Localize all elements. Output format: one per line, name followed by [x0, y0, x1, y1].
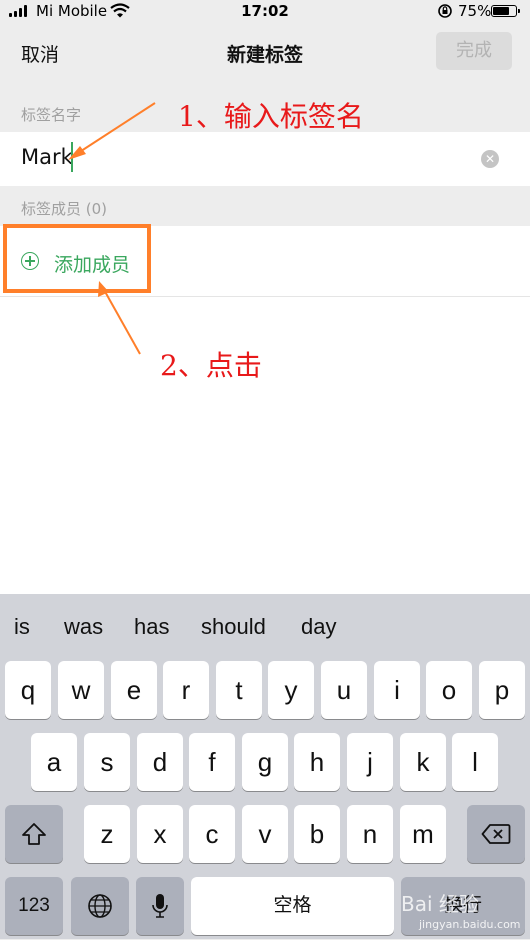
key-g[interactable]: g — [242, 733, 288, 791]
key-x[interactable]: x — [137, 805, 183, 863]
tag-name-input[interactable]: Mark — [21, 145, 73, 169]
tag-name-header: 标签名字 — [21, 106, 82, 124]
suggestion-item[interactable]: day — [301, 614, 336, 640]
battery-percentage: 75% — [458, 2, 492, 20]
key-e[interactable]: e — [111, 661, 157, 719]
battery-icon — [491, 5, 520, 17]
clear-icon[interactable]: ✕ — [481, 150, 499, 168]
shift-icon — [22, 823, 46, 845]
tag-name-field[interactable]: Mark ✕ — [0, 132, 530, 186]
key-w[interactable]: w — [58, 661, 104, 719]
key-f[interactable]: f — [189, 733, 235, 791]
watermark: Bai 经验 — [401, 892, 479, 916]
key-d[interactable]: d — [137, 733, 183, 791]
numbers-key[interactable]: 123 — [5, 877, 63, 935]
key-b[interactable]: b — [294, 805, 340, 863]
shift-key[interactable] — [5, 805, 63, 863]
key-h[interactable]: h — [294, 733, 340, 791]
key-z[interactable]: z — [84, 805, 130, 863]
text-cursor — [71, 142, 73, 172]
key-l[interactable]: l — [452, 733, 498, 791]
status-bar: Mi Mobile 17:02 75% — [0, 0, 530, 24]
backspace-key[interactable] — [467, 805, 525, 863]
microphone-icon — [152, 894, 168, 918]
watermark-url: jingyan.baidu.com — [419, 918, 521, 931]
suggestion-item[interactable]: is — [14, 614, 30, 640]
key-c[interactable]: c — [189, 805, 235, 863]
globe-key[interactable] — [71, 877, 129, 935]
suggestion-item[interactable]: was — [64, 614, 103, 640]
key-m[interactable]: m — [400, 805, 446, 863]
key-s[interactable]: s — [84, 733, 130, 791]
globe-icon — [88, 894, 112, 918]
key-j[interactable]: j — [347, 733, 393, 791]
annotation-step1: 1、输入标签名 — [178, 100, 364, 133]
suggestion-bar: is was has should day — [0, 594, 530, 658]
dictation-key[interactable] — [136, 877, 184, 935]
done-button[interactable]: 完成 — [436, 32, 512, 70]
key-i[interactable]: i — [374, 661, 420, 719]
space-key[interactable]: 空格 — [191, 877, 394, 935]
key-o[interactable]: o — [426, 661, 472, 719]
nav-bar: 取消 新建标签 完成 — [0, 24, 530, 84]
annotation-highlight-box — [3, 224, 151, 293]
key-u[interactable]: u — [321, 661, 367, 719]
annotation-step2: 2、点击 — [160, 349, 262, 382]
key-p[interactable]: p — [479, 661, 525, 719]
key-r[interactable]: r — [163, 661, 209, 719]
key-y[interactable]: y — [268, 661, 314, 719]
suggestion-item[interactable]: has — [134, 614, 169, 640]
key-v[interactable]: v — [242, 805, 288, 863]
backspace-icon — [481, 824, 511, 844]
key-k[interactable]: k — [400, 733, 446, 791]
key-t[interactable]: t — [216, 661, 262, 719]
rotation-lock-icon — [437, 3, 453, 23]
tag-members-header: 标签成员 (0) — [21, 200, 108, 218]
suggestion-item[interactable]: should — [201, 614, 266, 640]
key-n[interactable]: n — [347, 805, 393, 863]
key-q[interactable]: q — [5, 661, 51, 719]
key-a[interactable]: a — [31, 733, 77, 791]
